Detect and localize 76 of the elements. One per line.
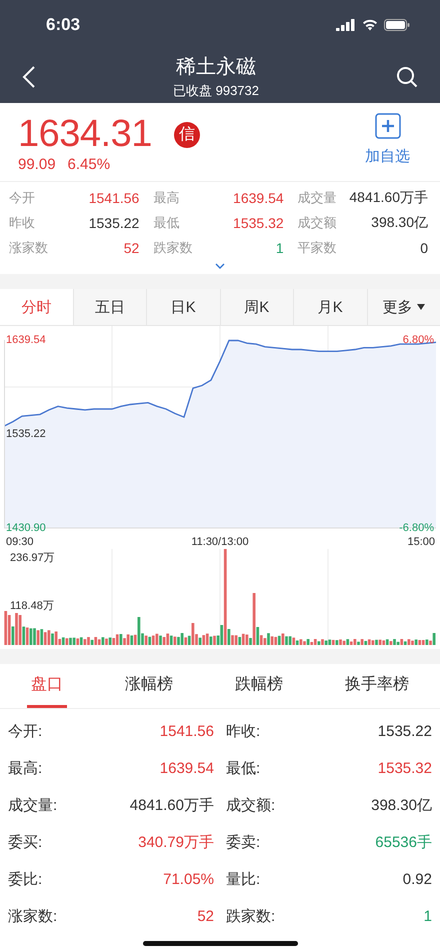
stat-value: 398.30亿 xyxy=(371,214,428,232)
wifi-icon xyxy=(362,19,378,31)
detail-value: 1535.32 xyxy=(378,760,432,777)
detail-label: 成交额: xyxy=(226,796,276,815)
stat-label: 成交量 xyxy=(298,189,337,207)
info-badge[interactable]: 信 xyxy=(174,122,200,148)
detail-tab[interactable]: 盘口 xyxy=(27,664,67,708)
y-tick-label: 1430.90 xyxy=(6,522,46,534)
chart-tab[interactable]: 五日 xyxy=(74,289,147,325)
detail-value: 1541.56 xyxy=(160,723,214,740)
stat-label: 成交额 xyxy=(298,214,337,232)
detail-label: 委卖: xyxy=(226,833,260,852)
chart-tab[interactable]: 周K xyxy=(220,289,294,325)
detail-label: 跌家数: xyxy=(226,907,276,926)
stat-value: 0 xyxy=(420,240,428,256)
stat-value: 1639.54 xyxy=(233,190,284,206)
detail-tab[interactable]: 换手率榜 xyxy=(341,664,413,708)
detail-label: 委比: xyxy=(8,870,42,889)
detail-tab[interactable]: 跌幅榜 xyxy=(231,664,287,708)
stat-value: 1541.56 xyxy=(88,190,140,206)
signal-icon xyxy=(336,19,356,31)
stat-label: 涨家数 xyxy=(9,239,48,257)
stat-label: 最低 xyxy=(153,214,180,232)
volume-mid-label: 118.48万 xyxy=(10,600,54,612)
detail-label: 成交量: xyxy=(8,796,58,815)
detail-label: 涨家数: xyxy=(8,907,58,926)
back-icon[interactable] xyxy=(22,64,36,88)
y-tick-label: 1535.22 xyxy=(6,428,46,440)
stat-label: 最高 xyxy=(153,189,180,207)
percent-label: 6.80% xyxy=(402,334,434,346)
chart-tab[interactable]: 月K xyxy=(294,289,368,325)
page-subtitle: 已收盘 993732 xyxy=(173,82,259,100)
detail-value: 1 xyxy=(424,908,432,925)
time-label: 11:30/13:00 xyxy=(191,536,249,548)
stat-label: 跌家数 xyxy=(153,239,192,257)
detail-value: 52 xyxy=(197,908,214,925)
detail-label: 量比: xyxy=(226,870,260,889)
detail-label: 昨收: xyxy=(226,722,260,741)
detail-tab[interactable]: 涨幅榜 xyxy=(121,664,177,708)
page-title: 稀土永磁 xyxy=(176,55,256,80)
chart-tab[interactable]: 日K xyxy=(147,289,220,325)
battery-icon xyxy=(384,19,410,31)
stat-value: 1535.22 xyxy=(88,215,140,231)
detail-label: 最高: xyxy=(8,759,42,778)
chevron-down-icon[interactable] xyxy=(215,263,225,269)
detail-value: 71.05% xyxy=(163,871,214,888)
search-icon[interactable] xyxy=(396,66,418,88)
detail-value: 0.92 xyxy=(402,871,432,888)
detail-label: 最低: xyxy=(226,759,260,778)
stat-label: 昨收 xyxy=(9,214,35,232)
percent-label: -6.80% xyxy=(399,522,434,534)
stat-label: 今开 xyxy=(9,189,35,207)
stat-value: 1535.32 xyxy=(233,215,284,231)
chart-tab[interactable]: 更多 xyxy=(368,289,440,325)
current-price: 1634.31 xyxy=(18,113,152,156)
detail-value: 340.79万手 xyxy=(138,833,214,852)
detail-value: 65536手 xyxy=(375,833,432,852)
detail-label: 委买: xyxy=(8,833,42,852)
stat-value: 4841.60万手 xyxy=(349,189,428,207)
clock-time: 6:03 xyxy=(46,15,80,35)
time-label: 15:00 xyxy=(407,536,435,548)
stat-label: 平家数 xyxy=(298,239,337,257)
detail-value: 1639.54 xyxy=(160,760,214,777)
detail-value: 398.30亿 xyxy=(371,796,432,815)
stat-value: 52 xyxy=(124,240,140,256)
percent-change: 6.45% xyxy=(68,156,110,173)
stat-value: 1 xyxy=(276,240,284,256)
add-watchlist-icon[interactable] xyxy=(374,113,400,139)
detail-value: 4841.60万手 xyxy=(130,796,214,815)
detail-label: 今开: xyxy=(8,722,42,741)
y-tick-label: 1639.54 xyxy=(6,334,46,346)
price-change: 99.09 xyxy=(18,156,56,173)
watchlist-label[interactable]: 加自选 xyxy=(365,147,410,166)
volume-max-label: 236.97万 xyxy=(10,552,55,564)
detail-value: 1535.22 xyxy=(378,723,432,740)
time-label: 09:30 xyxy=(6,536,34,548)
